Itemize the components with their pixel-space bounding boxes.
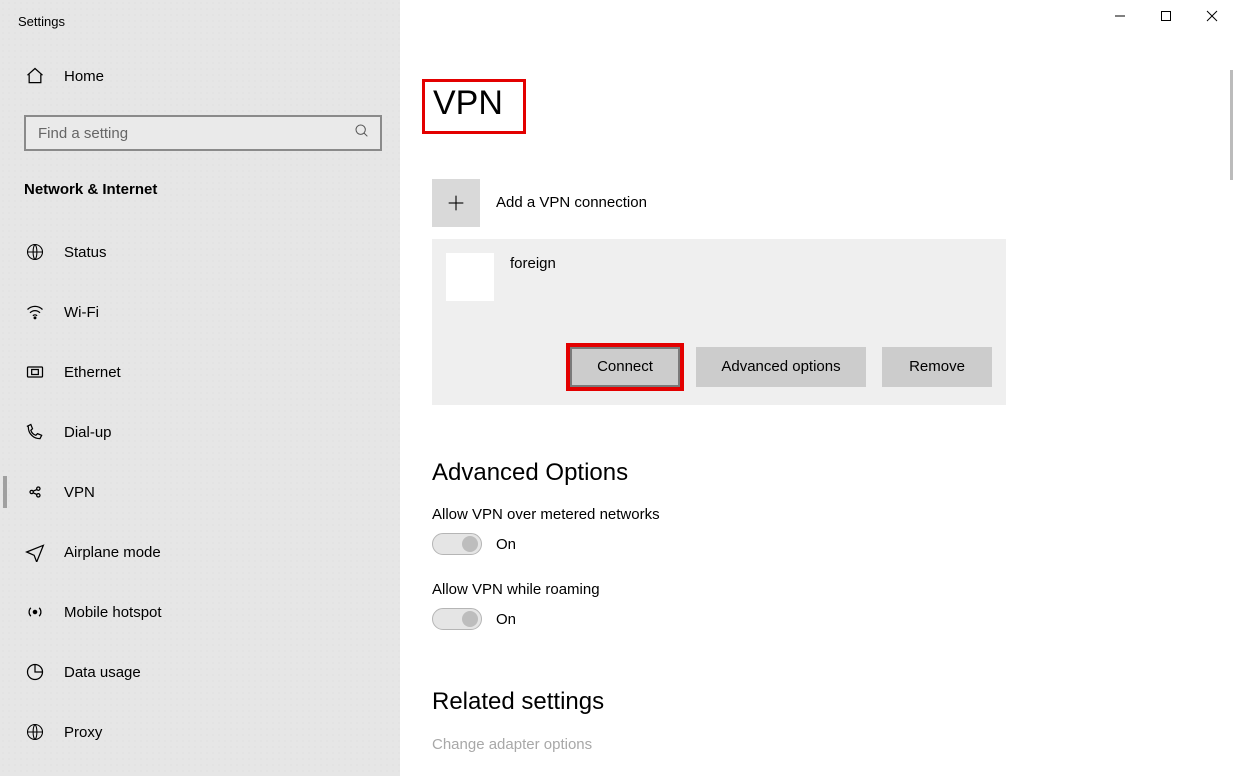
phone-icon — [24, 421, 46, 443]
sidebar-item-status[interactable]: Status — [0, 222, 400, 282]
toggle-metered[interactable] — [432, 533, 482, 555]
connect-button[interactable]: Connect — [570, 347, 680, 387]
wifi-icon — [24, 301, 46, 323]
add-vpn-label: Add a VPN connection — [496, 194, 647, 211]
hotspot-icon — [24, 601, 46, 623]
sidebar-item-label: VPN — [64, 484, 95, 501]
nav-home[interactable]: Home — [0, 55, 400, 97]
vpn-connection-icon — [446, 253, 494, 301]
plus-icon — [432, 179, 480, 227]
toggle-metered-state: On — [496, 536, 516, 553]
data-usage-icon — [24, 661, 46, 683]
close-button[interactable] — [1189, 0, 1235, 32]
maximize-button[interactable] — [1143, 0, 1189, 32]
remove-button[interactable]: Remove — [882, 347, 992, 387]
search-input[interactable] — [36, 124, 354, 143]
toggle-metered-block: Allow VPN over metered networks On — [432, 506, 1235, 555]
sidebar-item-hotspot[interactable]: Mobile hotspot — [0, 582, 400, 642]
sidebar-item-label: Airplane mode — [64, 544, 161, 561]
sidebar-item-wifi[interactable]: Wi-Fi — [0, 282, 400, 342]
advanced-options-button[interactable]: Advanced options — [696, 347, 866, 387]
toggle-roaming-block: Allow VPN while roaming On — [432, 581, 1235, 630]
sidebar-item-label: Proxy — [64, 724, 102, 741]
add-vpn-row[interactable]: Add a VPN connection — [432, 179, 1235, 227]
search-icon — [354, 123, 370, 143]
window-controls — [1097, 0, 1235, 32]
sidebar-item-airplane[interactable]: Airplane mode — [0, 522, 400, 582]
globe-icon — [24, 241, 46, 263]
toggle-roaming-label: Allow VPN while roaming — [432, 581, 1235, 598]
sidebar-item-label: Dial-up — [64, 424, 112, 441]
sidebar: Settings Home Network & Internet Status — [0, 0, 400, 776]
sidebar-item-proxy[interactable]: Proxy — [0, 702, 400, 762]
sidebar-item-label: Ethernet — [64, 364, 121, 381]
sidebar-item-ethernet[interactable]: Ethernet — [0, 342, 400, 402]
related-settings-heading: Related settings — [432, 688, 1235, 716]
home-icon — [24, 65, 46, 87]
sidebar-section-title: Network & Internet — [0, 151, 400, 212]
sidebar-item-label: Data usage — [64, 664, 141, 681]
sidebar-item-vpn[interactable]: VPN — [0, 462, 400, 522]
sidebar-item-label: Status — [64, 244, 107, 261]
content: VPN Add a VPN connection foreign Connect… — [400, 0, 1235, 776]
change-adapter-options-link[interactable]: Change adapter options — [432, 736, 1235, 753]
sidebar-item-dialup[interactable]: Dial-up — [0, 402, 400, 462]
search-box[interactable] — [24, 115, 382, 151]
toggle-roaming[interactable] — [432, 608, 482, 630]
toggle-metered-label: Allow VPN over metered networks — [432, 506, 1235, 523]
vpn-icon — [24, 481, 46, 503]
app-title: Settings — [0, 14, 400, 55]
ethernet-icon — [24, 361, 46, 383]
sidebar-item-label: Wi-Fi — [64, 304, 99, 321]
sidebar-item-label: Mobile hotspot — [64, 604, 162, 621]
minimize-button[interactable] — [1097, 0, 1143, 32]
airplane-icon — [24, 541, 46, 563]
scrollbar[interactable] — [1230, 70, 1233, 180]
sidebar-item-datausage[interactable]: Data usage — [0, 642, 400, 702]
vpn-connection-card[interactable]: foreign Connect Advanced options Remove — [432, 239, 1006, 405]
vpn-connection-name: foreign — [510, 253, 556, 272]
nav-home-label: Home — [64, 68, 104, 85]
advanced-options-heading: Advanced Options — [432, 459, 1235, 487]
page-title: VPN — [422, 79, 526, 134]
proxy-icon — [24, 721, 46, 743]
toggle-roaming-state: On — [496, 611, 516, 628]
